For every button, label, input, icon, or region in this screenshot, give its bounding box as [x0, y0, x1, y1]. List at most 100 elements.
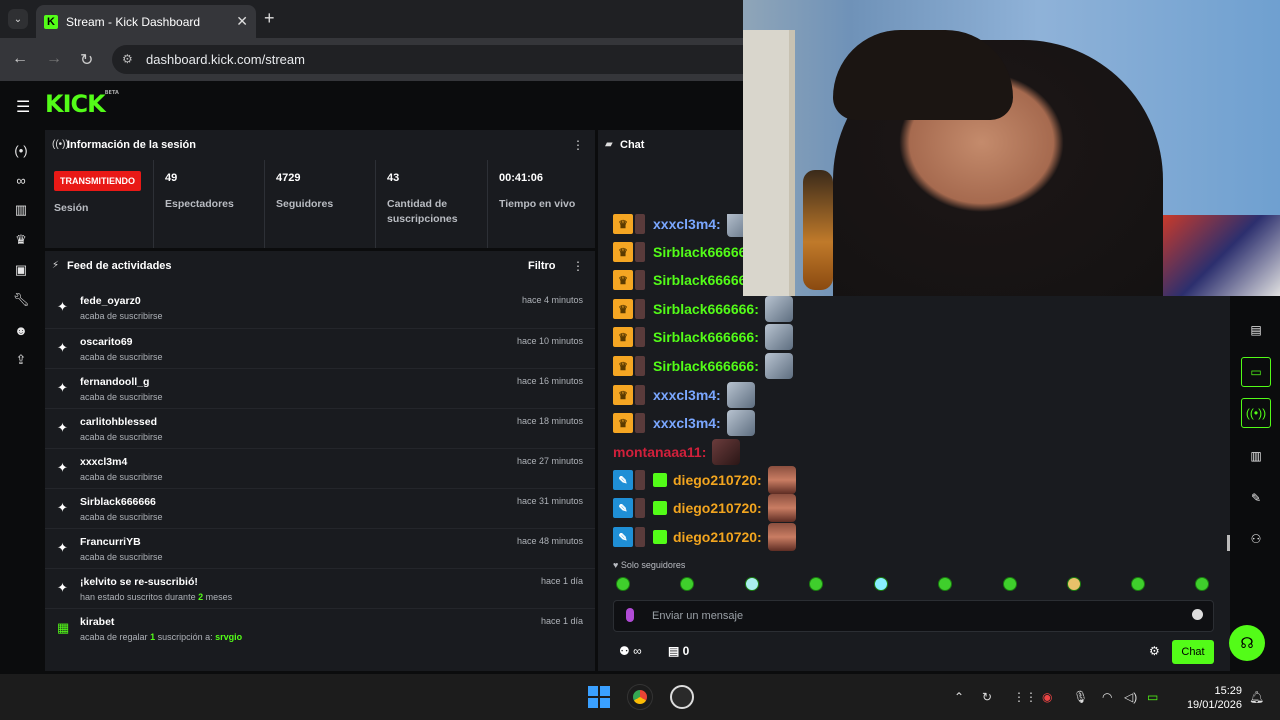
- filter-button[interactable]: Filtro: [528, 260, 556, 272]
- feed-item[interactable]: ✦ xxxcl3m4 acaba de suscribirse hace 27 …: [45, 448, 595, 488]
- link-icon[interactable]: ∞: [10, 169, 32, 191]
- print-icon[interactable]: ▥: [1241, 441, 1271, 471]
- emote-icon[interactable]: [1067, 577, 1081, 591]
- forward-arrow-icon[interactable]: →: [46, 50, 62, 68]
- chat-message[interactable]: ♛ Sirblack666666:: [613, 353, 793, 379]
- sub-badge-icon: [635, 527, 645, 547]
- emote-icon[interactable]: [1195, 577, 1209, 591]
- emote-icon[interactable]: [809, 577, 823, 591]
- viewers-icon[interactable]: ⚉ ∞: [619, 644, 642, 658]
- feed-item[interactable]: ✦ oscarito69 acaba de suscribirse hace 1…: [45, 328, 595, 368]
- feed-item[interactable]: ✦ ¡kelvito se re-suscribió! han estado s…: [45, 568, 595, 608]
- broadcast-toggle-icon[interactable]: ((•)): [1241, 398, 1271, 428]
- emote-icon[interactable]: [680, 577, 694, 591]
- tray-overflow-icon[interactable]: ⌃: [954, 690, 964, 704]
- taskbar-clock[interactable]: 15:29 19/01/2026: [1182, 684, 1242, 712]
- emote-icon: [764, 296, 793, 322]
- battery-icon[interactable]: ▭: [1147, 690, 1158, 704]
- notes-icon[interactable]: ▤: [1241, 315, 1271, 345]
- chat-message[interactable]: ✎ diego210720:: [613, 494, 796, 522]
- feed-item[interactable]: ✦ FrancurriYB acaba de suscribirse hace …: [45, 528, 595, 568]
- notification-bell-icon[interactable]: 🔔︎: [1249, 690, 1264, 704]
- chat-message-input[interactable]: Enviar un mensaje: [613, 600, 1214, 632]
- upload-icon[interactable]: ⇪: [10, 349, 32, 371]
- emote-icon[interactable]: [874, 577, 888, 591]
- emote-icon: [767, 494, 796, 522]
- wrench-icon[interactable]: 🔧︎: [10, 289, 32, 311]
- users-icon[interactable]: ☻: [10, 319, 32, 341]
- reload-icon[interactable]: ↻: [80, 50, 93, 70]
- obs-app-icon[interactable]: [670, 685, 694, 709]
- feed-item[interactable]: ✦ fede_oyarz0 acaba de suscribirse hace …: [45, 288, 595, 328]
- sync-icon[interactable]: ↻: [982, 690, 992, 704]
- sparkle-icon: ✦: [57, 460, 68, 475]
- session-more-icon[interactable]: ⋮: [572, 138, 584, 152]
- emote-icon[interactable]: [938, 577, 952, 591]
- volume-icon[interactable]: ◁): [1124, 690, 1137, 704]
- live-badge: TRANSMITIENDO: [54, 171, 141, 191]
- video-icon[interactable]: ▣: [10, 259, 32, 281]
- chat-message[interactable]: ♛ xxxcl3m4:: [613, 410, 755, 436]
- wifi-icon[interactable]: ◠: [1102, 690, 1112, 704]
- tools-icon[interactable]: ✎: [1241, 483, 1271, 513]
- chat-message[interactable]: ♛ Sirblack666666:: [613, 296, 793, 322]
- chat-message[interactable]: ♛ Sirblack666666:: [613, 324, 793, 350]
- emote-icon[interactable]: [616, 577, 630, 591]
- microphone-tray-icon[interactable]: 🎙︎: [1073, 690, 1088, 704]
- chat-scrollbar[interactable]: [1227, 535, 1230, 551]
- sparkle-icon: ✦: [57, 540, 68, 555]
- webcam-background-door: [743, 30, 795, 296]
- microphone-icon[interactable]: [626, 608, 634, 622]
- points-display[interactable]: ▤ 0: [668, 644, 689, 658]
- feed-item[interactable]: ✦ Sirblack666666 acaba de suscribirse ha…: [45, 488, 595, 528]
- gifter-badge-icon: [653, 501, 667, 515]
- session-info-panel: ((•)) Información de la sesión ⋮ TRANSMI…: [45, 130, 595, 248]
- menu-icon[interactable]: ☰: [16, 97, 30, 117]
- address-bar[interactable]: ⚙ dashboard.kick.com/stream: [112, 45, 743, 74]
- windows-start-icon[interactable]: [588, 686, 610, 708]
- app-grid-icon[interactable]: ⋮⋮: [1013, 690, 1037, 704]
- chat-message[interactable]: ✎ diego210720:: [613, 466, 796, 494]
- chat-message[interactable]: ✎ diego210720:: [613, 523, 796, 551]
- chrome-app-icon[interactable]: [627, 684, 653, 710]
- emote-icon: [767, 523, 796, 551]
- analytics-icon[interactable]: ▥: [10, 199, 32, 221]
- tab-search-button[interactable]: ⌄: [8, 9, 28, 29]
- browser-tab[interactable]: K Stream - Kick Dashboard ✕: [36, 5, 256, 38]
- webcam-streamer-hair: [833, 30, 1013, 120]
- chat-toggle-icon[interactable]: ▭: [1241, 357, 1271, 387]
- emoji-picker-icon[interactable]: [1192, 609, 1203, 620]
- sub-badge-icon: [635, 498, 645, 518]
- sparkle-icon: ✦: [57, 420, 68, 435]
- chat-title: Chat: [620, 139, 645, 151]
- chat-footer: ⚉ ∞ ▤ 0 ⚙ Chat: [598, 638, 1230, 668]
- chat-settings-icon[interactable]: ⚙: [1149, 644, 1160, 658]
- close-tab-icon[interactable]: ✕: [236, 13, 248, 30]
- trophy-icon[interactable]: ♛: [10, 229, 32, 251]
- recording-icon[interactable]: ◉: [1042, 690, 1052, 704]
- new-tab-icon[interactable]: +: [264, 8, 275, 29]
- chat-message[interactable]: montanaaa11:: [613, 439, 741, 465]
- chat-bubble-icon: ▰: [605, 139, 613, 150]
- stream-icon[interactable]: (•): [10, 139, 32, 161]
- emote-icon[interactable]: [1003, 577, 1017, 591]
- back-arrow-icon[interactable]: ←: [12, 50, 28, 68]
- kick-logo[interactable]: KICKBETA: [45, 90, 119, 118]
- sub-badge-icon: [635, 356, 645, 376]
- feed-item[interactable]: ▦ kirabet acaba de regalar 1 suscripción…: [45, 608, 595, 648]
- chat-message[interactable]: ♛ xxxcl3m4:: [613, 382, 755, 408]
- feed-item[interactable]: ✦ carlitohblessed acaba de suscribirse h…: [45, 408, 595, 448]
- stat-followers: 4729 Seguidores: [264, 160, 375, 248]
- feed-item[interactable]: ✦ fernandooll_g acaba de suscribirse hac…: [45, 368, 595, 408]
- send-chat-button[interactable]: Chat: [1172, 640, 1214, 664]
- support-button[interactable]: ☊: [1229, 625, 1265, 661]
- sub-badge-icon: [635, 299, 645, 319]
- session-title: Información de la sesión: [67, 139, 196, 151]
- chat-message[interactable]: ♛ xxxcl3m4:: [613, 214, 755, 237]
- feed-more-icon[interactable]: ⋮: [572, 259, 584, 273]
- site-settings-icon[interactable]: ⚙: [122, 52, 133, 66]
- emote-icon[interactable]: [1131, 577, 1145, 591]
- emote-icon[interactable]: [745, 577, 759, 591]
- emote-icon: [726, 410, 755, 436]
- share-icon[interactable]: ⚇: [1241, 524, 1271, 554]
